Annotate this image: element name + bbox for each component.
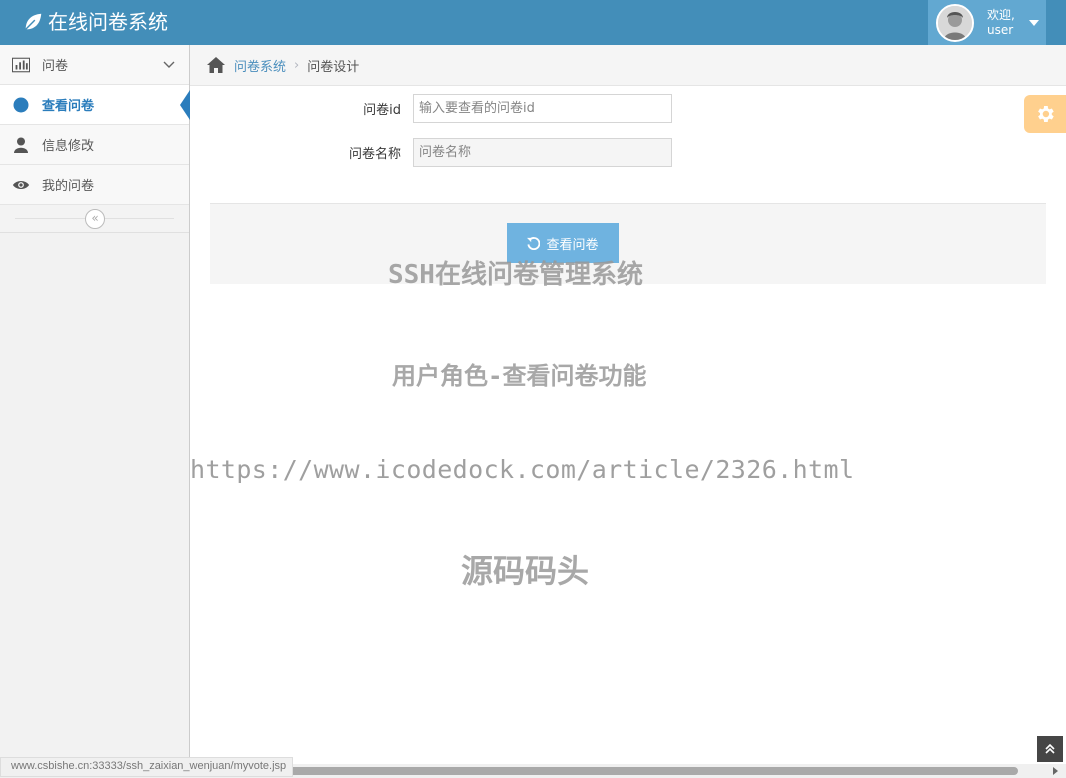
active-indicator [180,90,190,120]
sidebar-item-my-questionnaires[interactable]: 我的问卷 [0,165,189,205]
sidebar-item-label: 问卷 [42,59,69,74]
breadcrumb-link[interactable]: 问卷系统 [234,56,286,75]
user-icon [12,136,30,154]
brand[interactable]: 在线问卷系统 [22,9,168,35]
form-row-name: 问卷名称 [283,138,672,167]
view-questionnaire-label: 查看问卷 [546,237,599,253]
bar-chart-icon [12,56,30,74]
sidebar-item-label: 我的问卷 [42,179,95,194]
watermark-title: SSH在线问卷管理系统 [388,260,643,290]
home-icon[interactable] [206,56,226,74]
sidebar-collapse-button[interactable]: « [85,209,105,229]
double-chevron-up-icon [1045,744,1055,754]
watermark-brand: 源码码头 [461,552,590,590]
caret-down-icon [1029,19,1039,26]
questionnaire-id-input[interactable] [413,94,672,123]
leaf-icon [25,13,42,30]
eye-icon [12,176,30,194]
watermark-subtitle: 用户角色-查看问卷功能 [392,362,647,390]
chevron-down-icon [163,61,175,68]
avatar [936,3,974,42]
sidebar-item-edit-info[interactable]: 信息修改 [0,125,189,165]
gear-icon [1038,106,1054,122]
breadcrumb-separator: › [294,57,300,73]
status-bar-url: www.csbishe.cn:33333/ssh_zaixian_wenjuan… [0,757,294,777]
undo-icon [527,236,541,250]
sidebar-collapse-row: « [0,205,189,233]
questionnaire-id-label: 问卷id [363,103,401,118]
navbar: 在线问卷系统 欢迎, user [0,0,1066,45]
circle-icon [12,96,30,114]
questionnaire-name-label: 问卷名称 [348,147,401,162]
sidebar-item-label: 查看问卷 [42,99,95,114]
breadcrumb: 问卷系统 › 问卷设计 [190,45,1066,86]
back-to-top-button[interactable] [1037,736,1063,762]
avatar-image [938,5,972,40]
sidebar-item-view-questionnaire[interactable]: 查看问卷 [0,85,190,125]
watermark-url: https://www.icodedock.com/article/2326.h… [190,455,855,484]
welcome-label: 欢迎, [987,7,1015,22]
brand-title: 在线问卷系统 [48,10,168,34]
sidebar-item-questionnaire[interactable]: 问卷 [0,45,189,85]
sidebar: 问卷 查看问卷 信息修改 我的问卷 « [0,45,190,778]
form-row-id: 问卷id [283,94,672,123]
username: user [987,22,1014,37]
breadcrumb-current: 问卷设计 [307,59,360,75]
settings-button[interactable] [1024,95,1066,133]
scroll-right-icon[interactable] [1053,767,1058,775]
user-menu[interactable]: 欢迎, user [928,0,1046,45]
questionnaire-name-input[interactable] [413,138,672,167]
welcome-text: 欢迎, user [987,8,1027,38]
sidebar-item-label: 信息修改 [42,139,95,154]
